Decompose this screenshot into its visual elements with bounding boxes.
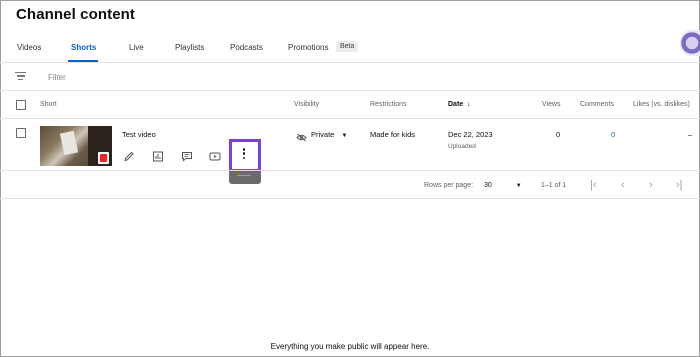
next-page-icon[interactable]: › [649, 179, 653, 191]
divider [0, 90, 700, 91]
tab-promotions[interactable]: Promotions [288, 43, 328, 52]
first-page-icon[interactable]: |‹ [590, 179, 597, 191]
date-value: Dec 22, 2023 [448, 130, 493, 139]
filter-icon[interactable] [15, 72, 26, 81]
rows-per-page-select[interactable]: 30 ▼ [484, 182, 522, 189]
comments-value[interactable]: 0 [611, 130, 615, 139]
empty-state-message: Everything you make public will appear h… [270, 342, 430, 351]
column-header-comments[interactable]: Comments [580, 101, 614, 108]
column-header-visibility[interactable]: Visibility [294, 101, 319, 108]
row-checkbox[interactable] [16, 128, 26, 138]
date-status: Uploaded [448, 143, 476, 150]
visibility-value: Private [311, 130, 335, 139]
tab-playlists[interactable]: Playlists [175, 43, 204, 52]
column-header-date[interactable]: Date ↓ [448, 101, 471, 108]
select-all-checkbox[interactable] [16, 100, 26, 110]
dropdown-arrow-icon: ▼ [515, 183, 522, 189]
visibility-off-icon [296, 129, 307, 147]
comments-icon[interactable] [181, 151, 193, 162]
divider [0, 118, 700, 119]
likes-value: – [688, 130, 693, 139]
column-header-likes[interactable]: Likes (vs. dislikes) [633, 101, 690, 108]
pagination-range: 1–1 of 1 [541, 182, 567, 189]
column-header-short: Short [40, 101, 57, 108]
beta-badge: Beta [336, 41, 359, 52]
video-title[interactable]: Test video [122, 130, 156, 139]
divider [0, 198, 700, 199]
rows-per-page-label: Rows per page: [424, 182, 474, 189]
tab-shorts[interactable]: Shorts [71, 43, 96, 52]
shorts-logo-icon [98, 152, 109, 164]
restrictions-value: Made for kids [370, 130, 416, 139]
sort-arrow-down-icon: ↓ [467, 101, 471, 108]
youtube-icon[interactable] [209, 151, 221, 162]
page-title: Channel content [16, 6, 136, 23]
dropdown-arrow-icon: ▼ [341, 133, 348, 139]
divider [0, 62, 700, 63]
pencil-icon[interactable] [123, 151, 135, 162]
filter-input[interactable]: Filter [48, 73, 66, 82]
column-header-views[interactable]: Views [542, 101, 561, 108]
tooltip-bar [229, 170, 261, 184]
tab-live[interactable]: Live [129, 43, 144, 52]
tab-videos[interactable]: Videos [17, 43, 41, 52]
views-value: 0 [556, 130, 561, 139]
visibility-dropdown[interactable]: Private ▼ [311, 130, 347, 139]
video-thumbnail[interactable] [40, 126, 112, 166]
column-header-restrictions[interactable]: Restrictions [370, 101, 407, 108]
last-page-icon[interactable]: ›| [676, 179, 683, 191]
tab-podcasts[interactable]: Podcasts [230, 43, 263, 52]
column-header-date-label: Date [448, 101, 464, 108]
divider [0, 170, 700, 171]
more-options-icon[interactable] [242, 148, 246, 162]
analytics-icon[interactable] [152, 151, 164, 162]
rows-per-page-value: 30 [484, 182, 492, 189]
previous-page-icon[interactable]: ‹ [621, 179, 625, 191]
